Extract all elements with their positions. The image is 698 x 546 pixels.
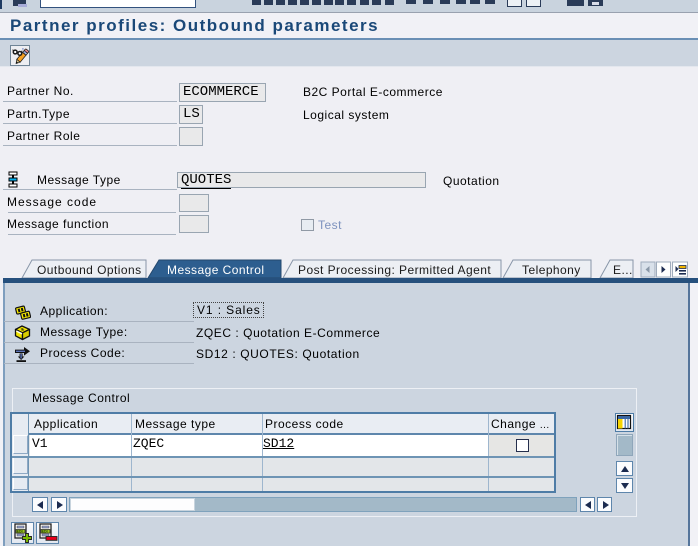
svg-text:E...: E... [613,263,633,277]
svg-text:Outbound Options: Outbound Options [37,263,142,277]
svg-text:Post Processing: Permitted Age: Post Processing: Permitted Agent [298,263,491,277]
svg-text:EDI: EDI [42,530,48,534]
svg-text:Message Control: Message Control [167,263,264,277]
svg-text:Telephony: Telephony [522,263,581,277]
svg-text:EDI: EDI [17,530,23,534]
